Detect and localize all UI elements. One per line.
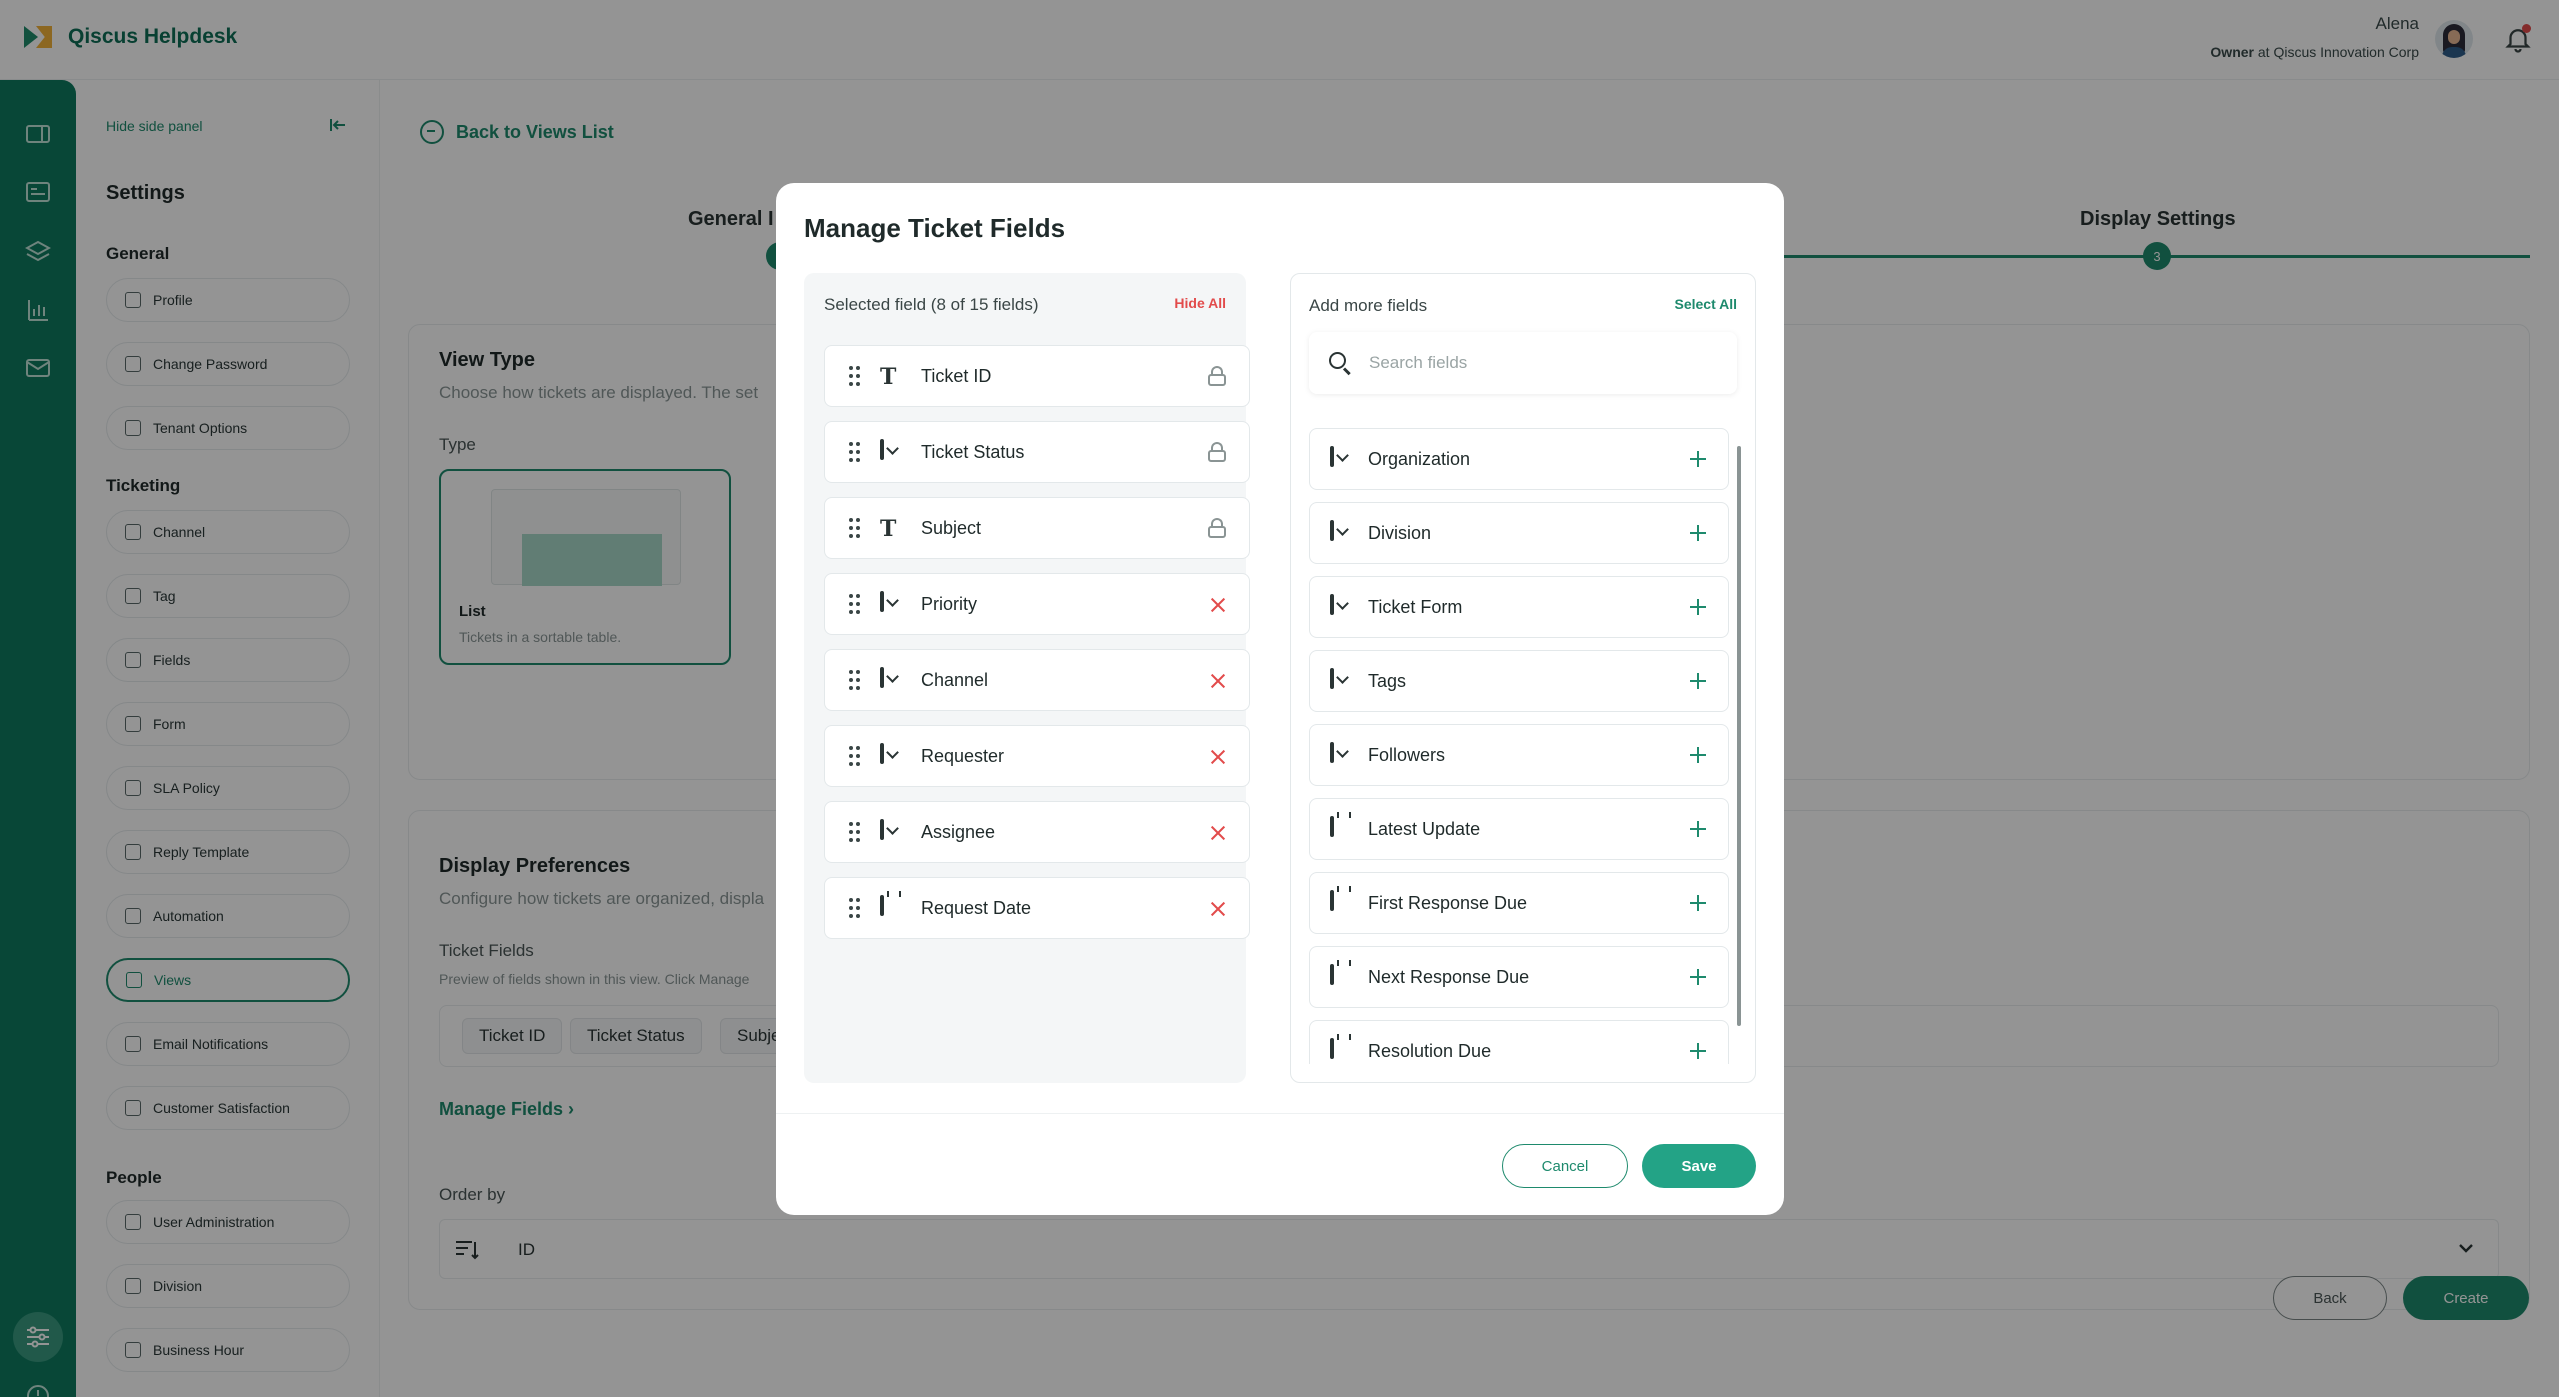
dropdown-type-icon <box>880 743 904 769</box>
available-field-row[interactable]: Resolution Due <box>1309 1020 1729 1064</box>
add-field-icon[interactable] <box>1688 893 1710 915</box>
selected-field-row[interactable]: Requester <box>824 725 1250 787</box>
search-input[interactable] <box>1369 348 1709 378</box>
remove-field-icon[interactable] <box>1207 898 1229 920</box>
select-all-button[interactable]: Select All <box>1674 296 1737 312</box>
field-name: Request Date <box>921 898 1032 918</box>
calendar-icon <box>880 895 904 921</box>
hide-all-button[interactable]: Hide All <box>1174 295 1226 311</box>
available-fields-panel: Add more fields Select All Organization D… <box>1290 273 1756 1083</box>
manage-ticket-fields-modal: Manage Ticket Fields Selected field (8 o… <box>776 183 1784 1215</box>
available-fields-header: Add more fields <box>1309 296 1428 315</box>
field-name: Next Response Due <box>1368 967 1530 987</box>
add-field-icon[interactable] <box>1688 1041 1710 1063</box>
modal-footer: Cancel Save <box>776 1113 1784 1215</box>
remove-field-icon[interactable] <box>1207 594 1229 616</box>
dropdown-type-icon <box>880 819 904 845</box>
add-field-icon[interactable] <box>1688 671 1710 693</box>
selected-field-row[interactable]: Request Date <box>824 877 1250 939</box>
drag-handle-icon[interactable] <box>849 746 861 768</box>
dropdown-type-icon <box>1330 668 1354 694</box>
scrollbar[interactable] <box>1737 446 1741 1026</box>
dropdown-type-icon <box>1330 520 1354 546</box>
selected-field-row[interactable]: T Ticket ID <box>824 345 1250 407</box>
field-name: Organization <box>1368 449 1471 469</box>
text-type-icon: T <box>880 516 897 542</box>
remove-field-icon[interactable] <box>1207 822 1229 844</box>
search-icon <box>1329 352 1351 376</box>
field-search <box>1309 332 1737 394</box>
field-name: First Response Due <box>1368 893 1528 913</box>
lock-icon <box>1207 518 1229 540</box>
field-name: Channel <box>921 670 989 690</box>
field-name: Tags <box>1368 671 1407 691</box>
add-field-icon[interactable] <box>1688 523 1710 545</box>
available-field-row[interactable]: Tags <box>1309 650 1729 712</box>
available-field-row[interactable]: Latest Update <box>1309 798 1729 860</box>
add-field-icon[interactable] <box>1688 819 1710 841</box>
available-field-row[interactable]: First Response Due <box>1309 872 1729 934</box>
drag-handle-icon[interactable] <box>849 898 861 920</box>
calendar-icon <box>1330 1038 1354 1064</box>
dropdown-type-icon <box>1330 446 1354 472</box>
add-field-icon[interactable] <box>1688 449 1710 471</box>
drag-handle-icon[interactable] <box>849 822 861 844</box>
dropdown-type-icon <box>1330 742 1354 768</box>
dropdown-type-icon <box>880 667 904 693</box>
drag-handle-icon[interactable] <box>849 366 861 388</box>
selected-field-row[interactable]: T Subject <box>824 497 1250 559</box>
field-name: Ticket Form <box>1368 597 1463 617</box>
calendar-icon <box>1330 890 1354 916</box>
cancel-button[interactable]: Cancel <box>1502 1144 1628 1188</box>
dropdown-type-icon <box>880 439 904 465</box>
field-name: Subject <box>921 518 982 538</box>
add-field-icon[interactable] <box>1688 967 1710 989</box>
drag-handle-icon[interactable] <box>849 518 861 540</box>
field-name: Ticket ID <box>921 366 992 386</box>
available-field-row[interactable]: Organization <box>1309 428 1729 490</box>
lock-icon <box>1207 366 1229 388</box>
dropdown-type-icon <box>880 591 904 617</box>
add-field-icon[interactable] <box>1688 597 1710 619</box>
calendar-icon <box>1330 964 1354 990</box>
calendar-icon <box>1330 816 1354 842</box>
selected-field-row[interactable]: Channel <box>824 649 1250 711</box>
dropdown-type-icon <box>1330 594 1354 620</box>
available-field-list: Organization Division Ticket Form Tags Follo… <box>1309 428 1741 1064</box>
modal-title: Manage Ticket Fields <box>804 213 1066 243</box>
field-name: Assignee <box>921 822 996 842</box>
available-field-row[interactable]: Followers <box>1309 724 1729 786</box>
selected-fields-panel: Selected field (8 of 15 fields) Hide All… <box>804 273 1250 1083</box>
remove-field-icon[interactable] <box>1207 746 1229 768</box>
selected-field-row[interactable]: Assignee <box>824 801 1250 863</box>
drag-handle-icon[interactable] <box>849 670 861 692</box>
add-field-icon[interactable] <box>1688 745 1710 767</box>
field-name: Latest Update <box>1368 819 1481 839</box>
text-type-icon: T <box>880 364 897 390</box>
drag-handle-icon[interactable] <box>849 442 861 464</box>
selected-field-row[interactable]: Ticket Status <box>824 421 1250 483</box>
available-field-row[interactable]: Division <box>1309 502 1729 564</box>
lock-icon <box>1207 442 1229 464</box>
field-name: Resolution Due <box>1368 1041 1492 1061</box>
field-name: Priority <box>921 594 978 614</box>
field-name: Followers <box>1368 745 1446 765</box>
save-button[interactable]: Save <box>1642 1144 1756 1188</box>
available-field-row[interactable]: Ticket Form <box>1309 576 1729 638</box>
remove-field-icon[interactable] <box>1207 670 1229 692</box>
field-name: Ticket Status <box>921 442 1025 462</box>
selected-field-row[interactable]: Priority <box>824 573 1250 635</box>
available-field-row[interactable]: Next Response Due <box>1309 946 1729 1008</box>
selected-fields-header: Selected field (8 of 15 fields) <box>824 295 1039 314</box>
drag-handle-icon[interactable] <box>849 594 861 616</box>
field-name: Division <box>1368 523 1432 543</box>
field-name: Requester <box>921 746 1005 766</box>
